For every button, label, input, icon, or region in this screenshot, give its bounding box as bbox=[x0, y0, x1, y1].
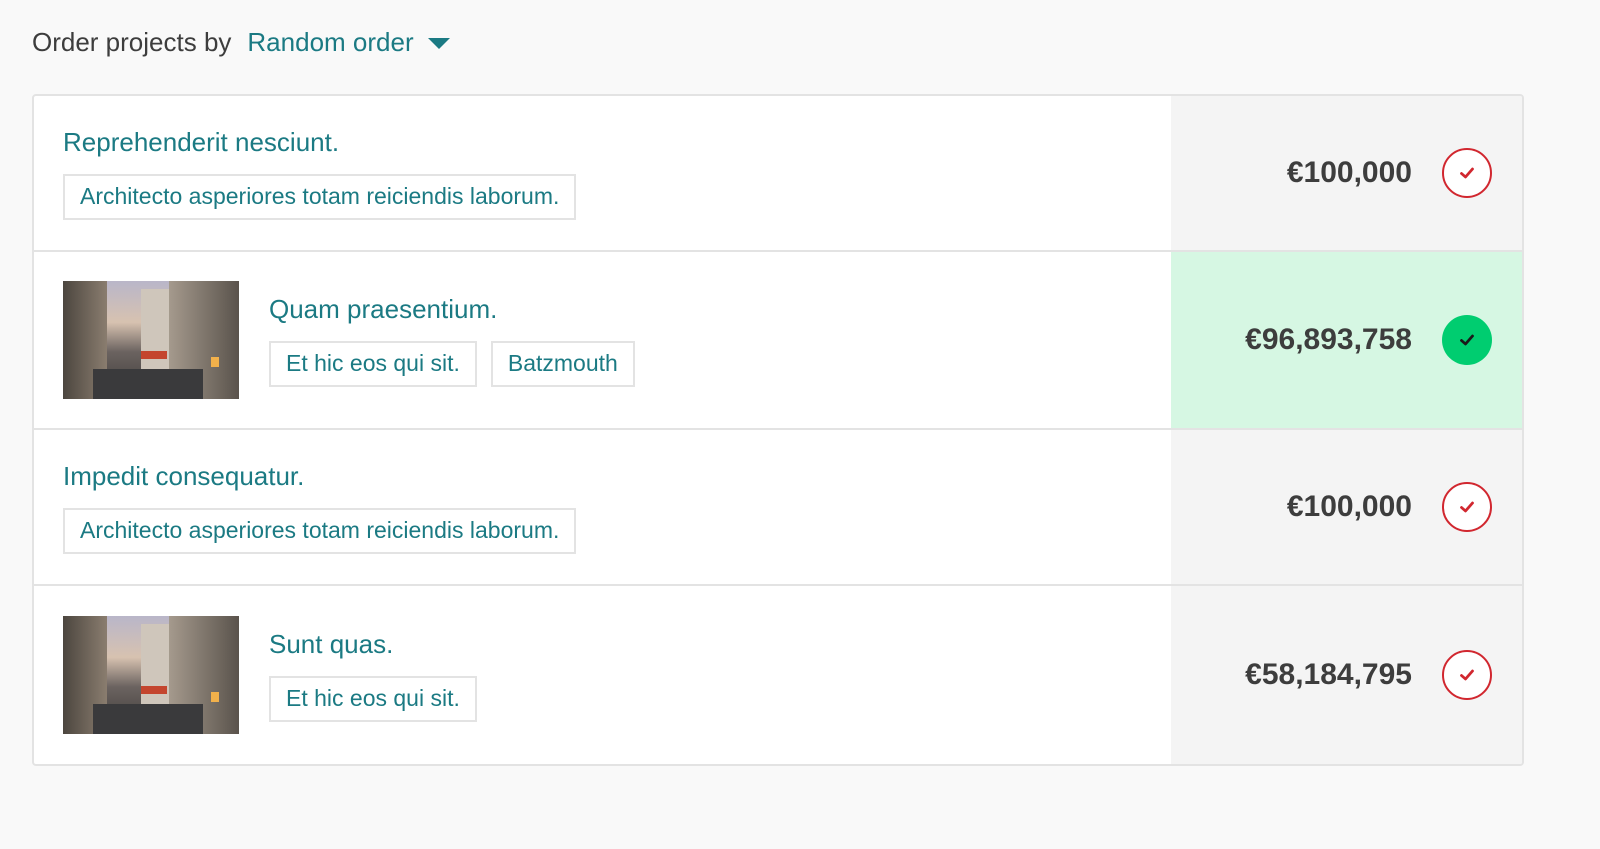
project-budget-cell: €100,000 bbox=[1171, 430, 1522, 584]
project-tag[interactable]: Architecto asperiores totam reiciendis l… bbox=[63, 508, 577, 554]
project-title[interactable]: Sunt quas. bbox=[269, 628, 491, 660]
project-row: Quam praesentium. Et hic eos qui sit. Ba… bbox=[34, 252, 1522, 430]
project-tags: Et hic eos qui sit. Batzmouth bbox=[269, 341, 649, 387]
project-tags: Et hic eos qui sit. bbox=[269, 676, 491, 722]
project-amount: €58,184,795 bbox=[1245, 658, 1412, 691]
project-title[interactable]: Quam praesentium. bbox=[269, 293, 649, 325]
project-info: Quam praesentium. Et hic eos qui sit. Ba… bbox=[34, 252, 1171, 428]
project-tag[interactable]: Et hic eos qui sit. bbox=[269, 341, 477, 387]
project-budget-cell: €96,893,758 bbox=[1171, 252, 1522, 428]
check-icon bbox=[1460, 669, 1474, 681]
project-info: Impedit consequatur. Architecto asperior… bbox=[34, 430, 1171, 584]
project-info: Reprehenderit nesciunt. Architecto asper… bbox=[34, 96, 1171, 250]
project-tags: Architecto asperiores totam reiciendis l… bbox=[63, 508, 590, 554]
project-image[interactable] bbox=[63, 281, 239, 399]
project-row: Reprehenderit nesciunt. Architecto asper… bbox=[34, 96, 1522, 252]
project-row: Impedit consequatur. Architecto asperior… bbox=[34, 430, 1522, 586]
project-title[interactable]: Impedit consequatur. bbox=[63, 460, 590, 492]
check-icon bbox=[1460, 167, 1474, 179]
order-selected-value[interactable]: Random order bbox=[247, 27, 413, 58]
project-amount: €100,000 bbox=[1286, 156, 1412, 189]
check-icon bbox=[1460, 501, 1474, 513]
select-project-button[interactable] bbox=[1442, 315, 1492, 365]
project-budget-cell: €58,184,795 bbox=[1171, 586, 1522, 764]
project-tag[interactable]: Batzmouth bbox=[490, 341, 635, 387]
order-bar: Order projects by Random order bbox=[32, 24, 450, 60]
check-icon bbox=[1460, 334, 1474, 346]
project-tags: Architecto asperiores totam reiciendis l… bbox=[63, 174, 590, 220]
project-amount: €100,000 bbox=[1286, 490, 1412, 523]
select-project-button[interactable] bbox=[1442, 650, 1492, 700]
project-tag[interactable]: Architecto asperiores totam reiciendis l… bbox=[63, 174, 577, 220]
order-dropdown[interactable]: Random order bbox=[247, 27, 450, 58]
project-list: Reprehenderit nesciunt. Architecto asper… bbox=[32, 94, 1524, 766]
project-text: Reprehenderit nesciunt. Architecto asper… bbox=[63, 126, 590, 220]
project-text: Quam praesentium. Et hic eos qui sit. Ba… bbox=[269, 293, 649, 387]
project-row: Sunt quas. Et hic eos qui sit. €58,184,7… bbox=[34, 586, 1522, 764]
project-amount: €96,893,758 bbox=[1245, 323, 1412, 356]
select-project-button[interactable] bbox=[1442, 148, 1492, 198]
project-info: Sunt quas. Et hic eos qui sit. bbox=[34, 586, 1171, 764]
select-project-button[interactable] bbox=[1442, 482, 1492, 532]
project-image[interactable] bbox=[63, 616, 239, 734]
project-text: Sunt quas. Et hic eos qui sit. bbox=[269, 628, 491, 722]
project-budget-cell: €100,000 bbox=[1171, 96, 1522, 250]
caret-down-icon[interactable] bbox=[427, 37, 450, 49]
project-tag[interactable]: Et hic eos qui sit. bbox=[269, 676, 477, 722]
project-title[interactable]: Reprehenderit nesciunt. bbox=[63, 126, 590, 158]
project-text: Impedit consequatur. Architecto asperior… bbox=[63, 460, 590, 554]
order-label: Order projects by bbox=[32, 26, 232, 57]
